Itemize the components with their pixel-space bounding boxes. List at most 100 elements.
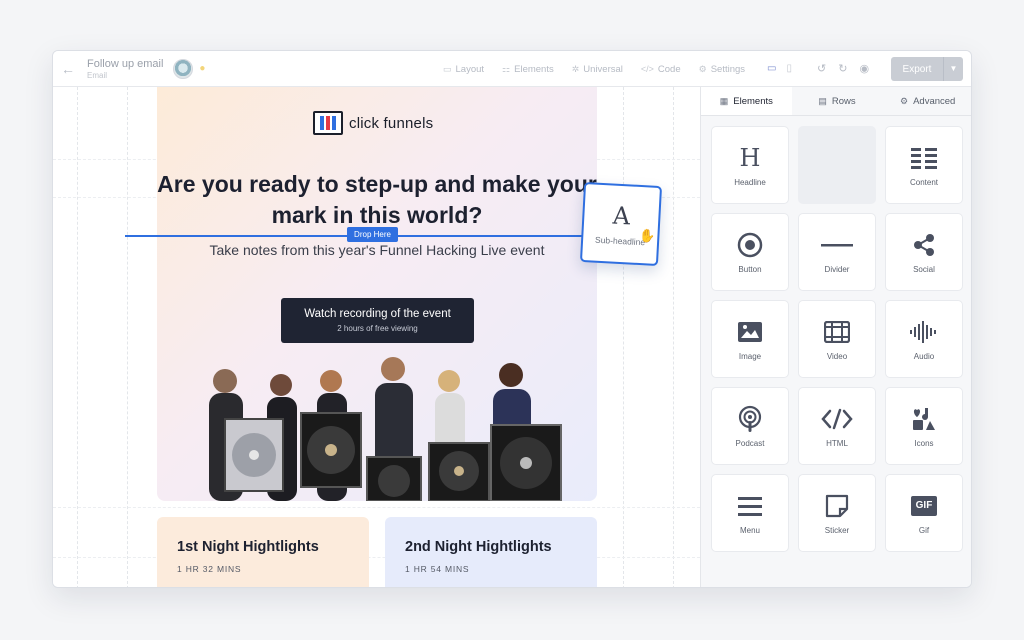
tile-label: Sticker [824, 525, 850, 535]
email-subheadline[interactable]: Take notes from this year's Funnel Hacki… [157, 241, 597, 260]
redo-icon[interactable]: ↻ [838, 62, 847, 75]
tile-button[interactable]: Button [711, 213, 789, 291]
grid-icon: ▦ [719, 95, 729, 106]
html-icon [821, 405, 853, 433]
tile-divider[interactable]: Divider [798, 213, 876, 291]
menu-label: Elements [514, 63, 554, 75]
tab-label: Advanced [913, 95, 956, 107]
device-toggle: ▭ ▯ [767, 63, 792, 74]
brand-logo: click funnels [313, 111, 433, 135]
editor-window: ← Follow up email Email ● ▭ Layout ⚏ Eleme… [52, 50, 972, 588]
menu-layout[interactable]: ▭ Layout [443, 64, 484, 75]
tab-rows[interactable]: ▤ Rows [792, 87, 883, 115]
editor-canvas: click funnels Are you ready to step-up a… [53, 87, 700, 587]
document-name: Follow up email [87, 57, 164, 70]
universal-icon: ✲ [571, 63, 580, 74]
menu-universal[interactable]: ✲ Universal [572, 64, 623, 75]
tile-label: Divider [824, 264, 850, 274]
divider-icon [821, 231, 853, 259]
elements-panel: ▦ Elements ▤ Rows ⚙ Advanced H Headline Con… [700, 87, 971, 587]
grab-cursor-icon: ✋ [639, 228, 656, 243]
desktop-icon[interactable]: ▭ [767, 63, 776, 74]
clickfunnels-logo-icon [313, 111, 343, 135]
tile-headline[interactable]: H Headline [711, 126, 789, 204]
email-hero-section[interactable]: click funnels Are you ready to step-up a… [157, 87, 597, 501]
tile-audio[interactable]: Audio [885, 300, 963, 378]
night-card-title: 2nd Night Hightlights [405, 539, 552, 555]
audio-icon [909, 318, 939, 346]
top-bar: ← Follow up email Email ● ▭ Layout ⚏ Eleme… [53, 51, 971, 87]
panel-tabs: ▦ Elements ▤ Rows ⚙ Advanced [701, 87, 971, 116]
elements-icon: ⚏ [502, 63, 511, 74]
night-card-1[interactable]: 1st Night Hightlights 1 HR 32 MINS [157, 517, 369, 587]
tile-video[interactable]: Video [798, 300, 876, 378]
drop-here-tag: Drop Here [347, 227, 398, 242]
menu-code[interactable]: </> Code [641, 64, 681, 75]
podcast-icon [737, 405, 763, 433]
document-type: Email [87, 70, 108, 80]
image-icon [737, 318, 763, 346]
tile-label: HTML [826, 438, 848, 448]
logo-text: click funnels [349, 114, 434, 132]
element-tiles: H Headline Content Button Divider Social… [711, 126, 964, 552]
undo-icon[interactable]: ↺ [817, 62, 826, 75]
gif-icon: GIF [911, 492, 937, 520]
history-controls: ↺ ↻ ◉ [817, 62, 869, 75]
dragging-element-card[interactable]: A Sub-headline [579, 182, 663, 266]
tile-social[interactable]: Social [885, 213, 963, 291]
tile-label: Button [738, 264, 762, 274]
tile-podcast[interactable]: Podcast [711, 387, 789, 465]
tile-label: Podcast [735, 438, 765, 448]
settings-icon: ⚙ [698, 63, 707, 74]
avatar[interactable] [173, 58, 194, 79]
tab-elements[interactable]: ▦ Elements [701, 87, 792, 115]
tab-label: Elements [733, 95, 773, 107]
tab-advanced[interactable]: ⚙ Advanced [882, 87, 971, 115]
tab-label: Rows [831, 95, 856, 107]
top-menu: ▭ Layout ⚏ Elements ✲ Universal </> Code ⚙ Se… [443, 51, 745, 87]
tile-menu[interactable]: Menu [711, 474, 789, 552]
tile-icons[interactable]: Icons [885, 387, 963, 465]
code-icon: </> [640, 64, 654, 74]
headline-icon: H [739, 143, 761, 172]
tile-sticker[interactable]: Sticker [798, 474, 876, 552]
export-button[interactable]: Export ▼ [891, 57, 963, 81]
chevron-down-icon[interactable]: ▼ [943, 57, 963, 81]
gear-icon: ⚙ [900, 95, 909, 106]
back-arrow-icon[interactable]: ← [53, 61, 83, 77]
menu-icon [738, 492, 762, 520]
menu-label: Settings [710, 63, 746, 75]
menu-label: Universal [583, 63, 623, 75]
cta-title: Watch recording of the event [304, 308, 451, 320]
menu-elements[interactable]: ⚏ Elements [502, 64, 554, 75]
tile-html[interactable]: HTML [798, 387, 876, 465]
export-label: Export [902, 63, 932, 75]
menu-label: Layout [455, 63, 485, 75]
night-card-title: 1st Night Hightlights [177, 539, 319, 555]
tile-label: Video [826, 351, 848, 361]
mobile-icon[interactable]: ▯ [786, 63, 792, 74]
menu-settings[interactable]: ⚙ Settings [699, 64, 745, 75]
watch-recording-button[interactable]: Watch recording of the event 2 hours of … [281, 298, 474, 343]
tile-label: Gif [918, 525, 930, 535]
hero-photo[interactable] [181, 357, 573, 501]
tile-label: Content [909, 177, 939, 187]
tile-content[interactable]: Content [885, 126, 963, 204]
preview-eye-icon[interactable]: ◉ [859, 62, 869, 75]
menu-label: Code [657, 63, 681, 75]
badge-icon: ● [199, 63, 206, 74]
sticker-icon [825, 492, 849, 520]
tile-image[interactable]: Image [711, 300, 789, 378]
tile-gif[interactable]: GIF Gif [885, 474, 963, 552]
tile-label: Social [913, 264, 935, 274]
layout-icon: ▭ [443, 63, 452, 74]
email-headline[interactable]: Are you ready to step-up and make your m… [157, 169, 597, 231]
tile-label: Menu [739, 525, 760, 535]
tile-label: Headline [734, 177, 766, 187]
night-card-duration: 1 HR 54 MINS [405, 564, 470, 574]
night-card-2[interactable]: 2nd Night Hightlights 1 HR 54 MINS [385, 517, 597, 587]
cta-subtitle: 2 hours of free viewing [337, 324, 418, 333]
social-icon [912, 231, 936, 259]
video-icon [824, 318, 850, 346]
tile-label: Audio [913, 351, 935, 361]
